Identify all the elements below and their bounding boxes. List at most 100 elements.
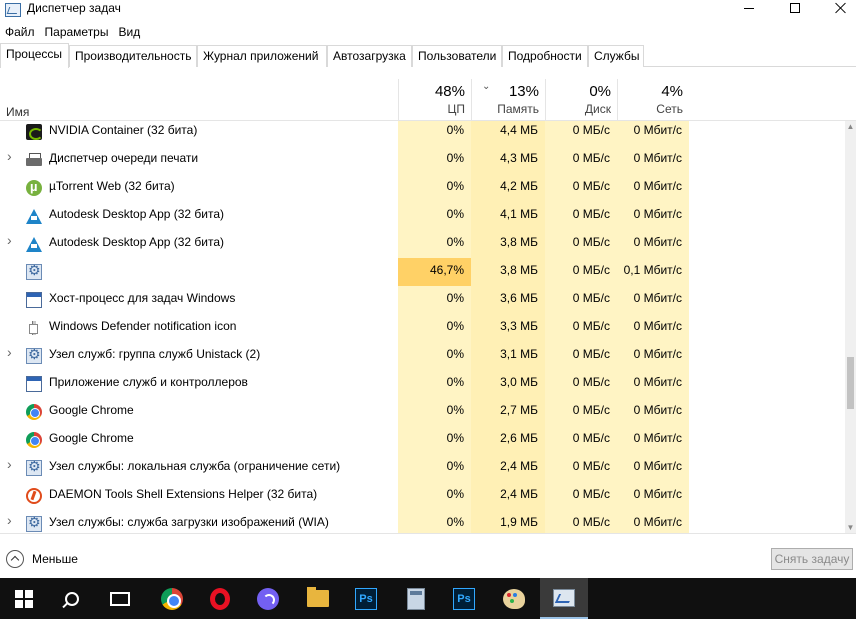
column-disk-header[interactable]: 0% Диск xyxy=(545,79,617,121)
column-memory-header[interactable]: ⌄ 13% Память xyxy=(471,79,545,121)
cpu-cell: 0% xyxy=(398,174,471,202)
network-cell: 0 Мбит/с xyxy=(617,426,689,454)
taskbar-button-task-view[interactable] xyxy=(96,578,144,619)
fewer-details-label: Меньше xyxy=(32,552,78,566)
network-cell: 0 Мбит/с xyxy=(617,482,689,510)
taskbar-button-task-manager[interactable] xyxy=(540,578,588,619)
expand-chevron-icon[interactable]: › xyxy=(7,345,15,359)
disk-cell: 0 МБ/с xyxy=(545,454,617,482)
process-row[interactable]: › Узел служб: группа служб Unistack (2) 0%… xyxy=(0,342,845,370)
column-cpu-header[interactable]: 48% ЦП xyxy=(398,79,471,121)
network-total-percent: 4% xyxy=(661,83,683,100)
cpu-cell: 0% xyxy=(398,426,471,454)
process-row[interactable]: Windows Defender notification icon 0% 3,3 … xyxy=(0,314,845,342)
network-cell: 0 Мбит/с xyxy=(617,121,689,146)
process-row[interactable]: DAEMON Tools Shell Extensions Helper (32… xyxy=(0,482,845,510)
shield-icon xyxy=(26,320,42,336)
file-explorer-icon xyxy=(307,587,329,607)
cpu-cell: 0% xyxy=(398,286,471,314)
network-column-label: Сеть xyxy=(656,102,683,116)
tab-details[interactable]: Подробности xyxy=(502,45,588,67)
tab-processes[interactable]: Процессы xyxy=(0,43,69,68)
scroll-down-icon[interactable]: ▼ xyxy=(845,522,856,533)
taskbar-button-file-explorer[interactable] xyxy=(294,578,342,619)
taskbar-button-search[interactable] xyxy=(48,578,96,619)
process-row[interactable]: 46,7%3,8 МБ0 МБ/с0,1 Мбит/с xyxy=(0,258,845,286)
tab-app-history[interactable]: Журнал приложений xyxy=(197,45,327,67)
process-row[interactable]: › Диспетчер очереди печати 0% 4,3 МБ 0 МБ/с 0… xyxy=(0,146,845,174)
chrome-icon xyxy=(26,404,42,420)
taskbar-button-windows-start[interactable] xyxy=(0,578,48,619)
menu-file[interactable]: Файл xyxy=(0,22,40,42)
process-row[interactable]: Хост-процесс для задач Windows 0% 3,6 МБ 0 … xyxy=(0,286,845,314)
process-name: Windows Defender notification icon xyxy=(49,319,237,333)
tab-performance[interactable]: Производительность xyxy=(69,45,197,67)
vertical-scrollbar[interactable]: ▲ ▼ xyxy=(845,121,856,533)
expand-chevron-icon[interactable]: › xyxy=(7,457,15,471)
process-row[interactable]: Google Chrome 0% 2,7 МБ 0 МБ/с 0 Мбит/с xyxy=(0,398,845,426)
photoshop-icon: Ps xyxy=(355,587,377,610)
taskbar-button-opera[interactable] xyxy=(196,578,244,619)
cpu-cell: 0% xyxy=(398,230,471,258)
process-row[interactable]: Приложение служб и контроллеров 0% 3,0 МБ 0… xyxy=(0,370,845,398)
expand-chevron-icon[interactable]: › xyxy=(7,233,15,247)
tab-bar: Процессы Производительность Журнал прило… xyxy=(0,43,856,68)
taskbar-button-photoshop[interactable]: Ps xyxy=(342,578,390,619)
process-row[interactable]: NVIDIA Container (32 бита) 0% 4,4 МБ 0 МБ/с… xyxy=(0,121,845,146)
end-task-button[interactable]: Снять задачу xyxy=(771,548,853,570)
tab-services[interactable]: Службы xyxy=(588,45,644,67)
taskbar-button-chrome[interactable] xyxy=(148,578,196,619)
process-name: Узел службы: служба загрузки изображений… xyxy=(49,515,329,529)
process-name: Хост-процесс для задач Windows xyxy=(49,291,236,305)
process-row[interactable]: Google Chrome 0% 2,6 МБ 0 МБ/с 0 Мбит/с xyxy=(0,426,845,454)
cpu-cell: 0% xyxy=(398,482,471,510)
process-name: Приложение служб и контроллеров xyxy=(49,375,248,389)
calculator-icon xyxy=(407,587,425,610)
paint-icon xyxy=(503,588,525,609)
process-row[interactable]: › Узел службы: служба загрузки изображени… xyxy=(0,510,845,533)
menu-options[interactable]: Параметры xyxy=(40,22,114,42)
taskbar-button-calculator[interactable] xyxy=(392,578,440,619)
taskbar-button-viber[interactable] xyxy=(244,578,292,619)
menu-bar: Файл Параметры Вид xyxy=(0,22,145,42)
disk-cell: 0 МБ/с xyxy=(545,426,617,454)
disk-cell: 0 МБ/с xyxy=(545,202,617,230)
taskbar-button-paint[interactable] xyxy=(490,578,538,619)
minimize-button[interactable] xyxy=(726,0,772,16)
expand-chevron-icon[interactable]: › xyxy=(7,513,15,527)
gear-icon xyxy=(26,515,42,532)
network-cell: 0 Мбит/с xyxy=(617,314,689,342)
network-cell: 0 Мбит/с xyxy=(617,286,689,314)
process-row[interactable]: µTorrent Web (32 бита) 0%4,2 МБ0 МБ/с0 Мб… xyxy=(0,174,845,202)
memory-cell: 4,1 МБ xyxy=(471,202,545,230)
disk-cell: 0 МБ/с xyxy=(545,121,617,146)
minimize-icon xyxy=(744,7,754,9)
tab-startup[interactable]: Автозагрузка xyxy=(327,45,412,67)
scrollbar-thumb[interactable] xyxy=(847,357,854,409)
windows-start-icon xyxy=(15,589,33,608)
column-network-header[interactable]: 4% Сеть xyxy=(617,79,689,121)
close-button[interactable] xyxy=(818,0,856,16)
scroll-up-icon[interactable]: ▲ xyxy=(845,121,856,132)
memory-cell: 3,8 МБ xyxy=(471,258,545,286)
cpu-cell: 0% xyxy=(398,121,471,146)
column-name-header[interactable]: Имя xyxy=(6,105,29,119)
disk-cell: 0 МБ/с xyxy=(545,286,617,314)
process-row[interactable]: › Autodesk Desktop App (32 бита) 0% 3,8 МБ 0… xyxy=(0,230,845,258)
process-name: Autodesk Desktop App (32 бита) xyxy=(49,207,225,221)
fewer-details-button[interactable]: Меньше xyxy=(6,549,78,569)
menu-view[interactable]: Вид xyxy=(113,22,145,42)
tab-users[interactable]: Пользователи xyxy=(412,45,502,67)
memory-cell: 3,3 МБ xyxy=(471,314,545,342)
taskbar-button-photoshop[interactable]: Ps xyxy=(440,578,488,619)
close-icon xyxy=(835,2,847,14)
process-row[interactable]: › Узел службы: локальная служба (ограниче… xyxy=(0,454,845,482)
nvidia-icon xyxy=(26,124,43,140)
autodesk-icon xyxy=(26,236,42,252)
expand-chevron-icon[interactable]: › xyxy=(7,149,15,163)
process-row[interactable]: Autodesk Desktop App (32 бита) 0% 4,1 МБ 0 … xyxy=(0,202,845,230)
column-header: Имя 48% ЦП ⌄ 13% Память 0% Диск 4% Сеть xyxy=(0,79,856,121)
sort-descending-icon: ⌄ xyxy=(482,81,491,92)
cpu-cell: 0% xyxy=(398,370,471,398)
maximize-button[interactable] xyxy=(772,0,818,16)
